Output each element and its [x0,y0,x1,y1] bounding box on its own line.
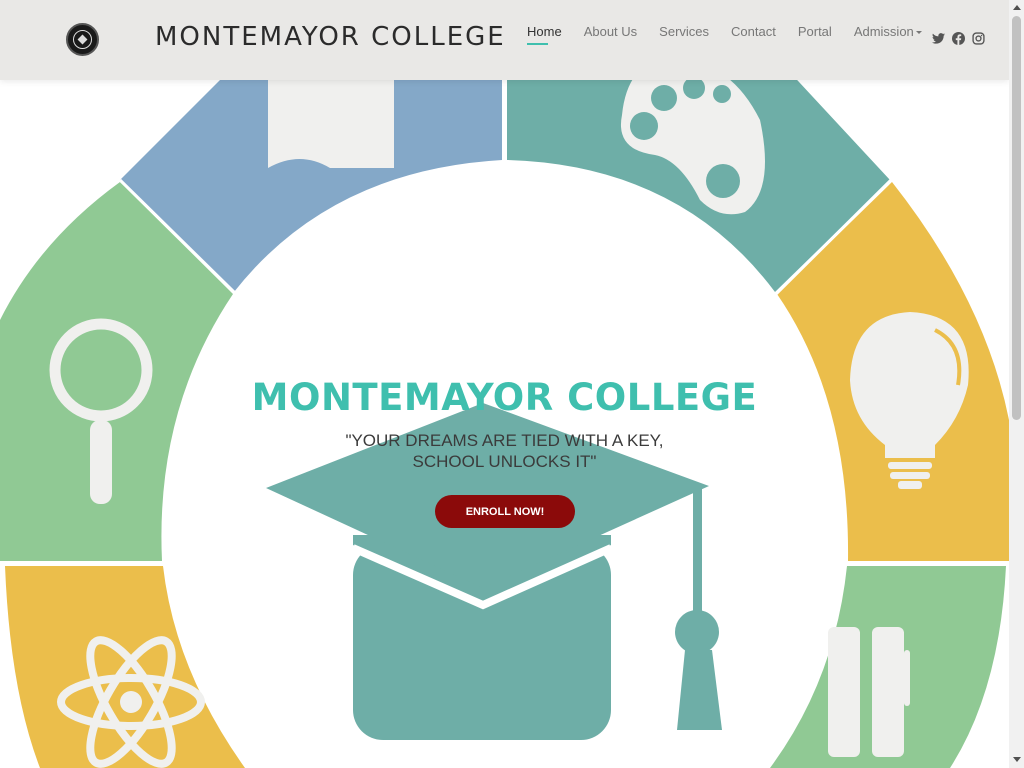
page-scrollbar[interactable] [1009,0,1024,768]
site-brand[interactable]: MONTEMAYOR COLLEGE [155,22,506,52]
nav-about-us[interactable]: About Us [584,24,637,40]
main-nav: Home About Us Services Contact Portal Ad… [527,24,944,45]
scroll-up-icon[interactable] [1013,5,1021,10]
logo-emblem [73,30,92,49]
twitter-icon[interactable] [931,31,945,45]
page: MONTEMAYOR COLLEGE Home About Us Service… [0,0,1009,768]
nav-home[interactable]: Home [527,24,562,45]
instagram-icon[interactable] [971,31,985,45]
nav-services[interactable]: Services [659,24,709,40]
nav-admission-dropdown[interactable]: Admission [854,24,922,40]
scroll-down-icon[interactable] [1013,757,1021,762]
nav-portal[interactable]: Portal [798,24,832,40]
college-logo[interactable] [66,23,99,56]
logo-mark [77,34,88,45]
caret-down-icon [915,31,922,35]
hero-illustration [0,40,1009,768]
enroll-now-button[interactable]: ENROLL NOW! [435,495,575,528]
site-header: MONTEMAYOR COLLEGE Home About Us Service… [0,0,1009,80]
facebook-icon[interactable] [951,31,965,45]
social-links [931,31,985,45]
nav-contact[interactable]: Contact [731,24,776,40]
scrollbar-thumb[interactable] [1012,16,1021,420]
graduation-cap-icon [266,403,722,740]
nav-admission-label: Admission [853,24,914,39]
